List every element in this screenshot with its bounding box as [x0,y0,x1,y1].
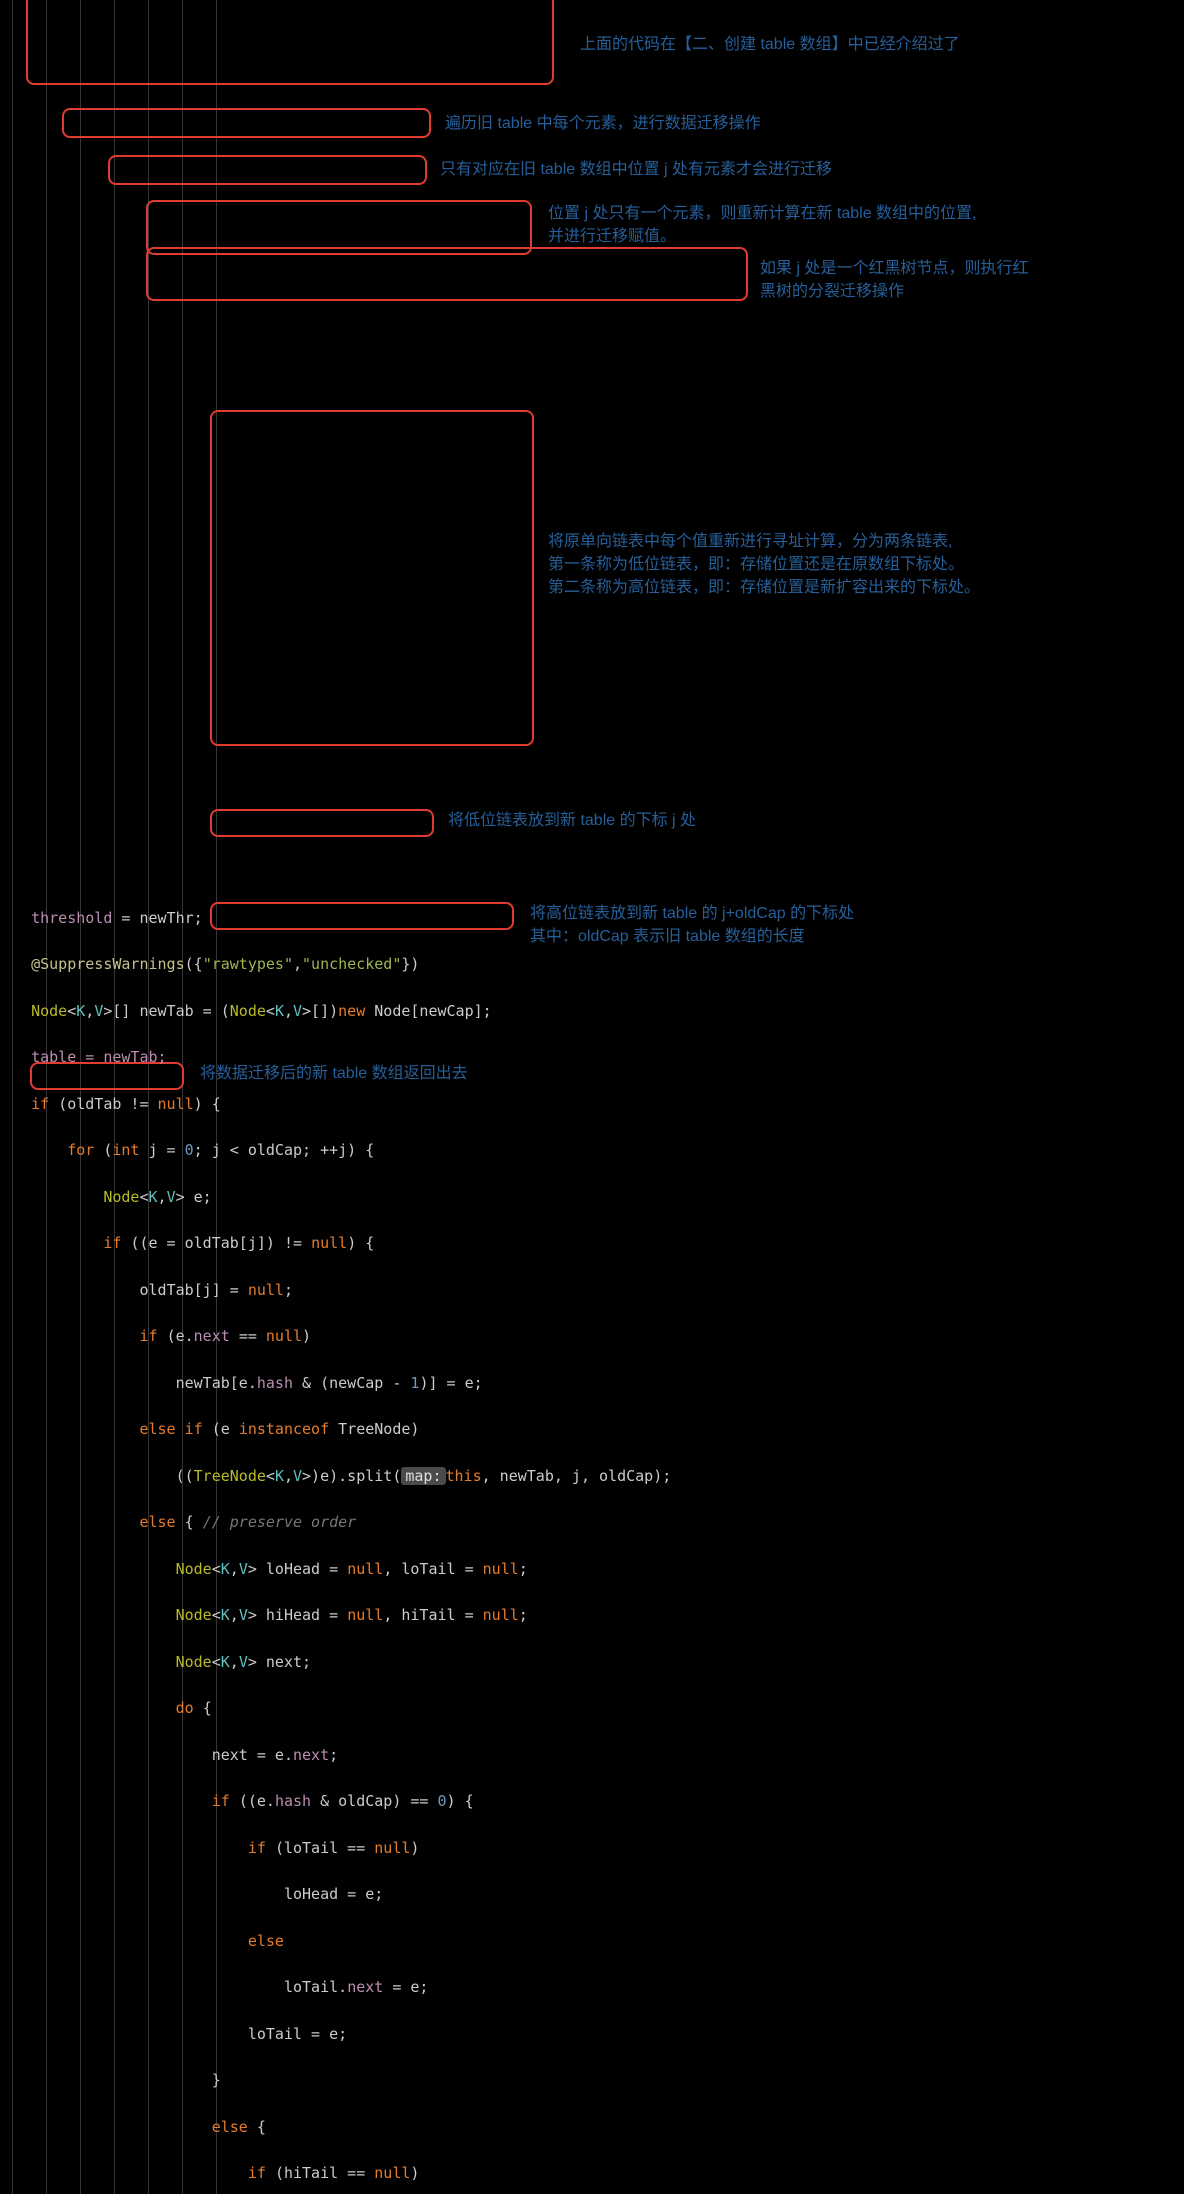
code-line: if (oldTab != null) { [4,1093,1184,1116]
anno-do1: 将原单向链表中每个值重新进行寻址计算，分为两条链表, [548,530,952,553]
code-line: do { [4,1697,1184,1720]
code-line: else { [4,2116,1184,2139]
code-line: ((TreeNode<K,V>)e).split(map:this, newTa… [4,1465,1184,1488]
code-line: next = e.next; [4,1744,1184,1767]
anno-do2: 第一条称为低位链表，即：存储位置还是在原数组下标处。 [548,553,964,576]
code-line: loTail.next = e; [4,1976,1184,1999]
code-line: if (loTail == null) [4,1837,1184,1860]
code-line: } [4,2069,1184,2092]
anno-tree2: 黑树的分裂迁移操作 [760,280,904,303]
code-line: else [4,1930,1184,1953]
code-line: Node<K,V> next; [4,1651,1184,1674]
code-block: 上面的代码在【二、创建 table 数组】中已经介绍过了 遍历旧 table 中… [0,0,1184,2194]
code-line: table = newTab; [4,1046,1184,1069]
code-line: if (hiTail == null) [4,2162,1184,2185]
code-line: @SuppressWarnings({"rawtypes","unchecked… [4,953,1184,976]
anno-for: 遍历旧 table 中每个元素，进行数据迁移操作 [445,112,761,135]
code-line: loTail = e; [4,2023,1184,2046]
code-line: else { // preserve order [4,1511,1184,1534]
code-line: Node<K,V> hiHead = null, hiTail = null; [4,1604,1184,1627]
code-line: if ((e = oldTab[j]) != null) { [4,1232,1184,1255]
anno-top: 上面的代码在【二、创建 table 数组】中已经介绍过了 [580,33,1140,56]
anno-do3: 第二条称为高位链表，即：存储位置是新扩容出来的下标处。 [548,576,980,599]
code-line: else if (e instanceof TreeNode) [4,1418,1184,1441]
code-line: oldTab[j] = null; [4,1279,1184,1302]
code-line: threshold = newThr; [4,907,1184,930]
code-line: for (int j = 0; j < oldCap; ++j) { [4,1139,1184,1162]
anno-tree1: 如果 j 处是一个红黑树节点，则执行红 [760,257,1028,280]
code-line: Node<K,V>[] newTab = (Node<K,V>[])new No… [4,1000,1184,1023]
anno-if2a: 位置 j 处只有一个元素，则重新计算在新 table 数组中的位置, [548,202,976,225]
anno-if2b: 并进行迁移赋值。 [548,225,676,248]
code-line: if (e.next == null) [4,1325,1184,1348]
code-line: Node<K,V> e; [4,1186,1184,1209]
anno-lo: 将低位链表放到新 table 的下标 j 处 [448,809,696,832]
anno-if1: 只有对应在旧 table 数组中位置 j 处有元素才会进行迁移 [440,158,832,181]
code-line: Node<K,V> loHead = null, loTail = null; [4,1558,1184,1581]
code-line: if ((e.hash & oldCap) == 0) { [4,1790,1184,1813]
code-line: loHead = e; [4,1883,1184,1906]
code-line: newTab[e.hash & (newCap - 1)] = e; [4,1372,1184,1395]
